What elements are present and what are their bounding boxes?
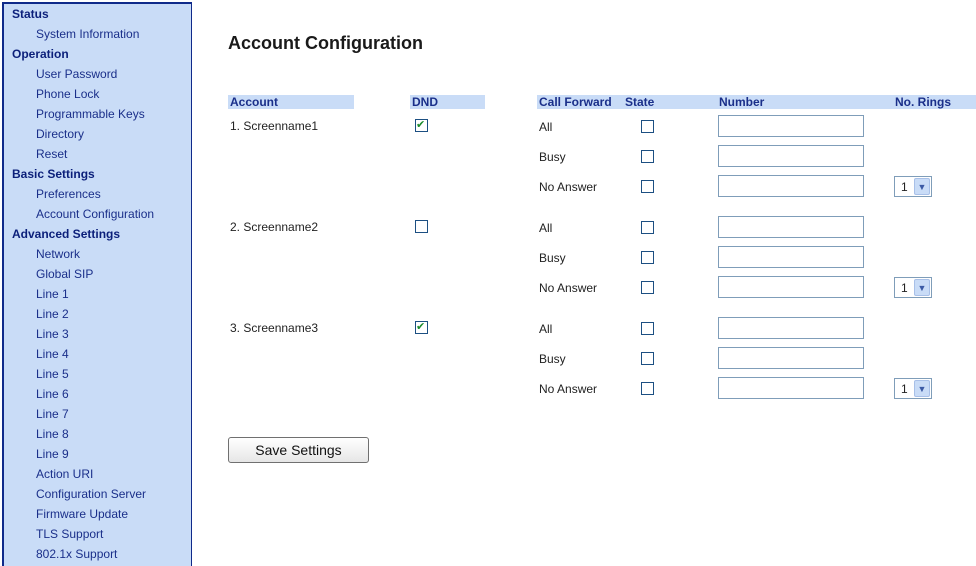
nav-link[interactable]: Preferences [4,184,191,204]
header-dnd: DND [410,95,485,109]
header-account: Account [228,95,354,109]
forward-type-label: No Answer [539,382,598,396]
chevron-down-icon: ▼ [914,380,930,397]
header-state: State [623,95,717,109]
state-checkbox[interactable] [641,352,654,365]
forward-type-label: Busy [539,251,566,265]
header-rings: No. Rings [893,95,976,109]
rings-select[interactable]: 1 ▼ [894,277,932,298]
nav-link[interactable]: Line 8 [4,424,191,444]
state-checkbox[interactable] [641,322,654,335]
forward-type-label: No Answer [539,180,598,194]
nav-section-3: Advanced Settings [12,227,121,241]
page-title: Account Configuration [228,33,423,53]
number-input[interactable] [718,246,864,268]
nav-section-2: Basic Settings [12,167,95,181]
nav-link[interactable]: Global SIP [4,264,191,284]
nav-link[interactable]: Line 2 [4,304,191,324]
rings-value: 1 [901,382,908,396]
nav-link[interactable]: Network [4,244,191,264]
header-number: Number [717,95,893,109]
sidebar-nav: Status System Information Operation User Pa… [2,2,192,566]
header-call-forward: Call Forward [537,95,623,109]
number-input[interactable] [718,377,864,399]
number-input[interactable] [718,347,864,369]
save-settings-button[interactable]: Save Settings [228,437,369,463]
chevron-down-icon: ▼ [914,279,930,296]
state-checkbox[interactable] [641,120,654,133]
nav-link[interactable]: Firmware Update [4,504,191,524]
state-checkbox[interactable] [641,150,654,163]
forward-type-label: All [539,120,553,134]
rings-select[interactable]: 1 ▼ [894,378,932,399]
dnd-checkbox[interactable] [415,320,428,334]
nav-link[interactable]: Line 9 [4,444,191,464]
dnd-checkbox[interactable] [415,220,428,233]
forward-type-label: Busy [539,352,566,366]
nav-link[interactable]: Line 6 [4,384,191,404]
nav-link[interactable]: Line 4 [4,344,191,364]
nav-link[interactable]: System Information [4,24,191,44]
nav-link[interactable]: Line 1 [4,284,191,304]
forward-type-label: All [539,322,553,336]
nav-link[interactable]: Line 3 [4,324,191,344]
nav-link[interactable]: User Password [4,64,191,84]
state-checkbox[interactable] [641,221,654,234]
state-checkbox[interactable] [641,251,654,264]
main-content: Account Configuration Account DND Call F… [192,0,976,566]
number-input[interactable] [718,216,864,238]
state-checkbox[interactable] [641,281,654,294]
account-name: 1. Screenname1 [230,119,319,133]
rings-select[interactable]: 1 ▼ [894,176,932,197]
nav-link[interactable]: Line 5 [4,364,191,384]
nav-section-1: Operation [12,47,69,61]
forward-type-label: All [539,221,553,235]
nav-list: Status System Information Operation User Pa… [4,4,191,564]
account-name: 2. Screenname2 [230,220,319,234]
number-input[interactable] [718,317,864,339]
nav-link[interactable]: Reset [4,144,191,164]
account-name: 3. Screenname3 [230,321,319,335]
number-input[interactable] [718,276,864,298]
rings-value: 1 [901,281,908,295]
number-input[interactable] [718,115,864,137]
nav-link[interactable]: Line 7 [4,404,191,424]
forward-type-label: Busy [539,150,566,164]
nav-link[interactable]: Configuration Server [4,484,191,504]
nav-section-0: Status [12,7,49,21]
forward-type-label: No Answer [539,281,598,295]
nav-link[interactable]: Action URI [4,464,191,484]
number-input[interactable] [718,145,864,167]
state-checkbox[interactable] [641,180,654,193]
nav-link[interactable]: Programmable Keys [4,104,191,124]
nav-link[interactable]: Phone Lock [4,84,191,104]
number-input[interactable] [718,175,864,197]
nav-link[interactable]: TLS Support [4,524,191,544]
rings-value: 1 [901,180,908,194]
nav-link[interactable]: Directory [4,124,191,144]
nav-link[interactable]: 802.1x Support [4,544,191,564]
nav-link[interactable]: Account Configuration [4,204,191,224]
chevron-down-icon: ▼ [914,178,930,195]
dnd-checkbox[interactable] [415,118,428,132]
state-checkbox[interactable] [641,382,654,395]
